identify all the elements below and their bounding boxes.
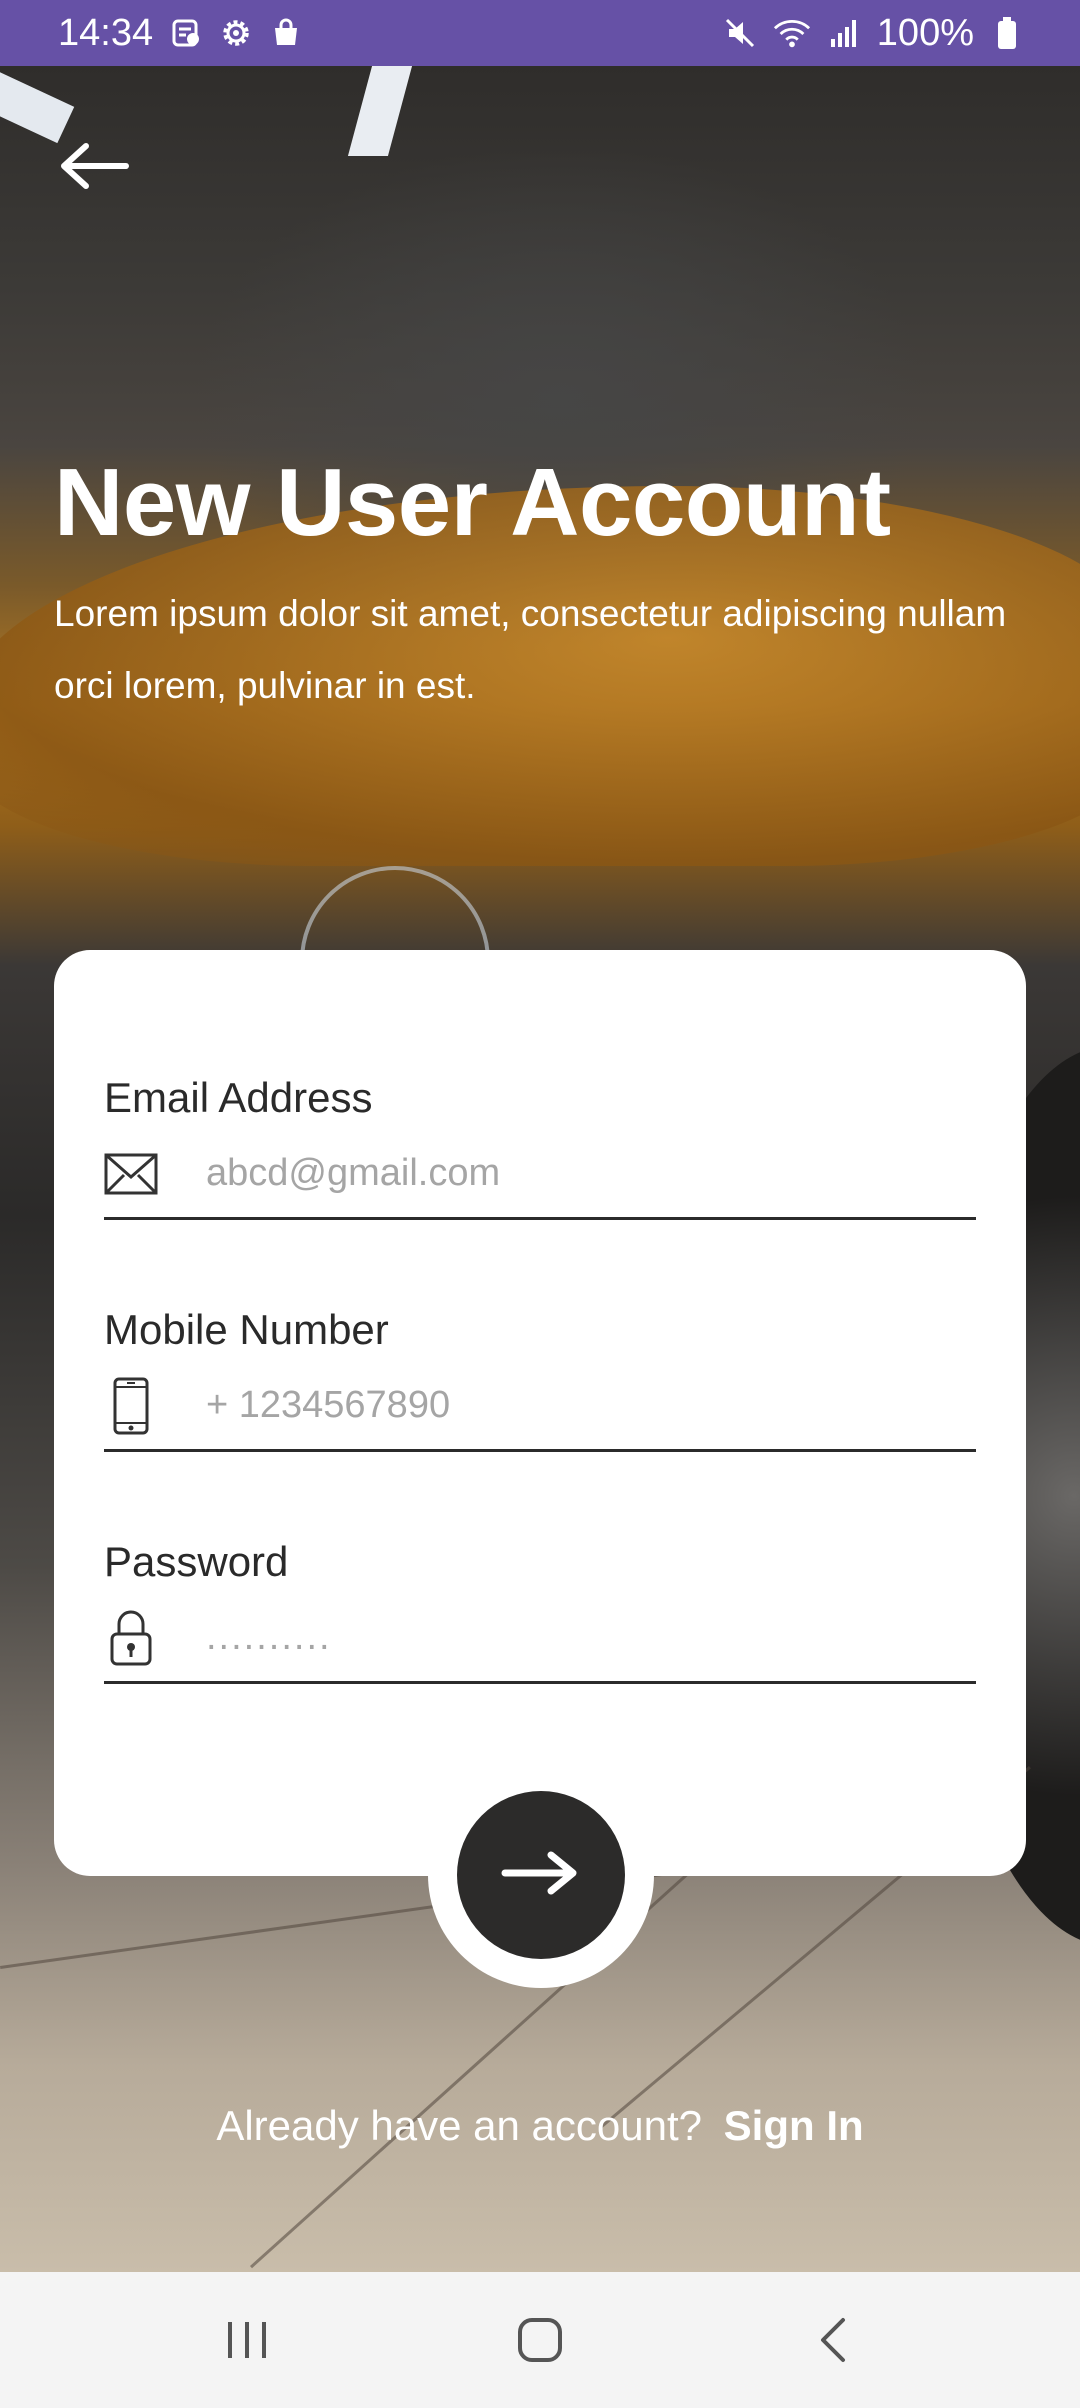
home-icon[interactable] — [495, 2305, 585, 2375]
signup-form-card: Email Address Mobile Number Password — [54, 950, 1026, 1876]
status-time: 14:34 — [58, 11, 154, 54]
status-bar: 14:34 100% — [0, 0, 1080, 66]
password-label: Password — [104, 1538, 289, 1585]
battery-percent: 100% — [876, 11, 974, 54]
signin-prompt-text: Already have an account? — [216, 2102, 702, 2149]
back-arrow-button[interactable] — [58, 140, 130, 192]
settings-gear-icon — [217, 14, 255, 52]
page-subtitle: Lorem ipsum dolor sit amet, consectetur … — [54, 593, 1007, 706]
arrow-right-icon — [501, 1851, 581, 1900]
password-field: Password — [104, 1538, 976, 1684]
mute-icon — [721, 14, 759, 52]
signal-icon — [825, 14, 863, 52]
lock-icon — [104, 1610, 158, 1665]
email-input[interactable] — [206, 1152, 976, 1195]
email-field: Email Address — [104, 1074, 976, 1220]
battery-icon — [988, 14, 1026, 52]
submit-button[interactable] — [457, 1791, 625, 1959]
shopping-bag-icon — [267, 14, 305, 52]
password-input[interactable] — [206, 1616, 976, 1659]
signin-link[interactable]: Sign In — [724, 2102, 864, 2149]
wifi-icon — [773, 14, 811, 52]
signin-prompt: Already have an account? Sign In — [0, 2102, 1080, 2150]
notes-icon — [167, 14, 205, 52]
mail-icon — [104, 1147, 158, 1201]
system-nav-bar — [0, 2272, 1080, 2408]
mobile-field: Mobile Number — [104, 1306, 976, 1452]
page-title: New User Account — [54, 449, 891, 556]
submit-button-ring — [428, 1762, 654, 1988]
back-icon[interactable] — [788, 2305, 878, 2375]
phone-icon — [104, 1377, 158, 1434]
mobile-input[interactable] — [206, 1384, 976, 1427]
mobile-label: Mobile Number — [104, 1306, 389, 1353]
email-label: Email Address — [104, 1074, 373, 1121]
recents-icon[interactable] — [202, 2305, 292, 2375]
